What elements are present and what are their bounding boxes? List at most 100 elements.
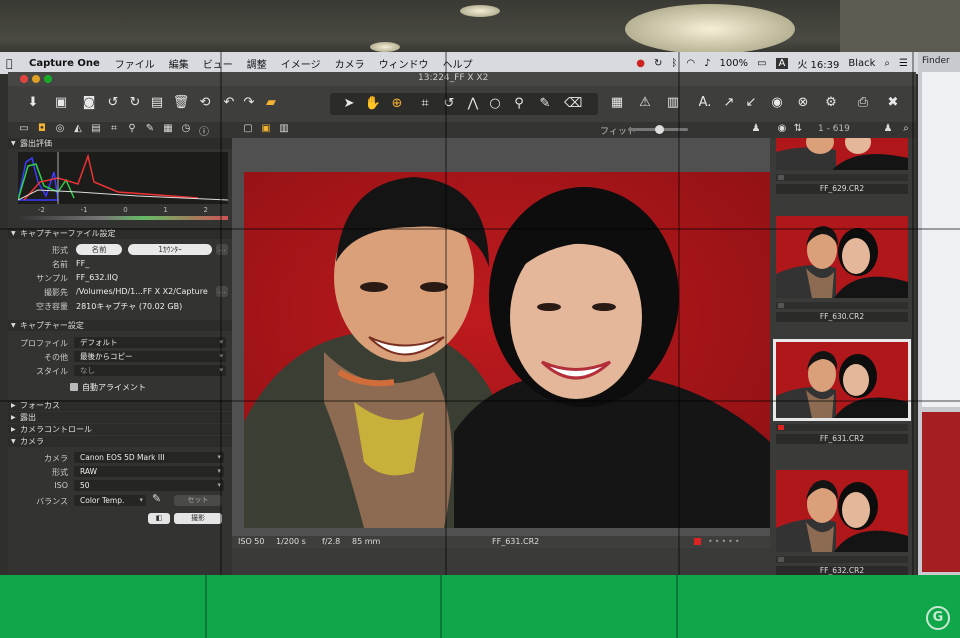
exposure-section-header[interactable]: 露出 [8, 412, 232, 423]
details-tab-icon[interactable]: ⚲ [126, 123, 138, 136]
cancel-icon[interactable]: ⊗ [794, 94, 812, 112]
tools-icon[interactable]: ✖ [884, 94, 902, 112]
destination-value[interactable]: /Volumes/HD/1...FF X X2/Capture [76, 287, 208, 296]
white-balance-picker-icon[interactable]: ✎ [152, 492, 161, 505]
local-adjust-tab-icon[interactable]: ✎ [144, 123, 156, 136]
color-tag-red[interactable] [778, 425, 784, 430]
camera-control-section-header[interactable]: カメラコントロール [8, 424, 232, 435]
browser-search-icon[interactable]: ⌕ [900, 123, 912, 136]
shoot-button[interactable]: 撮影 [174, 513, 222, 524]
browser-people-icon[interactable]: ♟ [882, 123, 894, 136]
eraser-icon[interactable]: ⌫ [564, 95, 582, 113]
exposure-tab-icon[interactable]: ◭ [72, 123, 84, 136]
browser-preview-icon[interactable]: ◉ [776, 123, 788, 136]
auto-align-checkbox[interactable] [70, 383, 78, 391]
zoom-window-button[interactable] [44, 75, 52, 83]
menu-camera[interactable]: カメラ [335, 56, 365, 71]
crop-icon[interactable]: ⌗ [416, 95, 434, 113]
trash-icon[interactable]: 🗑 [172, 94, 190, 112]
rotate-left-icon[interactable]: ↺ [104, 94, 122, 112]
folder-icon[interactable]: ▤ [148, 94, 166, 112]
menu-view[interactable]: ビュー [203, 56, 233, 71]
pan-hand-icon[interactable]: ✋ [364, 95, 382, 113]
menu-window[interactable]: ウィンドウ [379, 56, 429, 71]
exposure-warning-icon[interactable]: ⚠ [636, 94, 654, 112]
menu-help[interactable]: ヘルプ [443, 56, 473, 71]
rotate-tool-icon[interactable]: ↺ [440, 95, 458, 113]
print-icon[interactable]: ⎙ [854, 94, 872, 112]
capture-icon[interactable]: ▣ [52, 94, 70, 112]
lens-tab-icon[interactable]: ▤ [90, 123, 102, 136]
other-dropdown[interactable]: 最後からコピー [74, 351, 226, 362]
library-tab-icon[interactable]: ▭ [18, 123, 30, 136]
viewer-single-icon[interactable]: ▢ [242, 123, 254, 136]
color-tag-red[interactable] [694, 538, 701, 545]
sort-icon[interactable]: ⇅ [792, 123, 804, 136]
thumbnail[interactable] [776, 470, 908, 552]
capture-tab-icon[interactable]: ◘ [36, 123, 48, 136]
apple-icon[interactable]:  [6, 57, 22, 70]
main-photo[interactable] [244, 172, 770, 528]
wifi-icon[interactable]: ◠ [686, 58, 695, 69]
record-icon[interactable]: ● [636, 58, 645, 69]
viewer-multi-icon[interactable]: ▣ [260, 123, 272, 136]
camera-icon[interactable]: ◉ [768, 94, 786, 112]
brush-icon[interactable]: ✎ [536, 95, 554, 113]
color-tag[interactable] [778, 175, 784, 180]
destination-browse-button[interactable]: … [216, 286, 228, 297]
bluetooth-icon[interactable]: ᛒ [671, 58, 677, 69]
style-dropdown[interactable]: なし [74, 365, 226, 376]
expand-icon[interactable]: ↗ [720, 94, 738, 112]
menu-image[interactable]: イメージ [281, 56, 321, 71]
output-tab-icon[interactable]: ◷ [180, 123, 192, 136]
picker-icon[interactable]: ⚲ [510, 95, 528, 113]
copy-adjustments-icon[interactable]: ▰ [262, 94, 280, 112]
viewer-compare-icon[interactable]: ▥ [278, 123, 290, 136]
camera-section-header[interactable]: カメラ [8, 436, 232, 447]
import-icon[interactable]: ⬇ [24, 94, 42, 112]
battery-percent[interactable]: 100% [719, 58, 748, 69]
camera-format-dropdown[interactable]: RAW [74, 466, 224, 477]
set-button[interactable]: セット [174, 495, 222, 506]
histogram-section-header[interactable]: 露出評価 [8, 138, 232, 149]
menu-edit[interactable]: 編集 [169, 56, 189, 71]
rating-stars[interactable]: ••••• [708, 537, 742, 546]
clock[interactable]: 火 16:39 [797, 56, 839, 71]
spotlight-icon[interactable]: ⌕ [884, 58, 890, 69]
close-window-button[interactable] [20, 75, 28, 83]
menu-app-name[interactable]: Capture One [29, 58, 100, 69]
color-tab-icon[interactable]: ◎ [54, 123, 66, 136]
grid-icon[interactable]: ▦ [608, 94, 626, 112]
battery-icon[interactable]: ▭ [757, 58, 766, 69]
settings-gear-icon[interactable]: ⚙ [822, 94, 840, 112]
user-name[interactable]: Black [848, 58, 875, 69]
input-indicator[interactable]: A [775, 57, 789, 69]
format-counter-token[interactable]: 1ｶｳﾝﾀｰ [128, 244, 212, 255]
batch-tab-icon[interactable]: ⓘ [198, 123, 210, 138]
minimize-window-button[interactable] [32, 75, 40, 83]
camera-tether-icon[interactable]: ◙ [80, 94, 98, 112]
keystone-icon[interactable]: ⋀ [464, 95, 482, 113]
menu-file[interactable]: ファイル [115, 56, 155, 71]
reset-icon[interactable]: ⟲ [196, 94, 214, 112]
composition-tab-icon[interactable]: ⌗ [108, 123, 120, 136]
color-tag[interactable] [778, 557, 784, 562]
undo-icon[interactable]: ↶ [220, 94, 238, 112]
metadata-tab-icon[interactable]: ▦ [162, 123, 174, 136]
color-tag[interactable] [778, 303, 784, 308]
format-edit-button[interactable]: … [216, 244, 228, 255]
zoom-icon[interactable]: ⊕ [388, 95, 406, 113]
rotate-right-icon[interactable]: ↻ [126, 94, 144, 112]
camera-model-dropdown[interactable]: Canon EOS 5D Mark III [74, 452, 224, 463]
person-icon[interactable]: ♟ [750, 123, 762, 136]
select-cursor-icon[interactable]: ➤ [340, 95, 358, 113]
zoom-slider-knob[interactable] [655, 125, 664, 134]
volume-icon[interactable]: ♪ [704, 58, 710, 69]
iso-dropdown[interactable]: 50 [74, 480, 224, 491]
notification-icon[interactable]: ☰ [899, 58, 908, 69]
balance-dropdown[interactable]: Color Temp. [74, 495, 146, 506]
thumbnail-selected[interactable] [773, 339, 911, 421]
profile-dropdown[interactable]: デフォルト [74, 337, 226, 348]
spot-removal-icon[interactable]: ○ [486, 95, 504, 113]
sync-icon[interactable]: ↻ [654, 58, 662, 69]
